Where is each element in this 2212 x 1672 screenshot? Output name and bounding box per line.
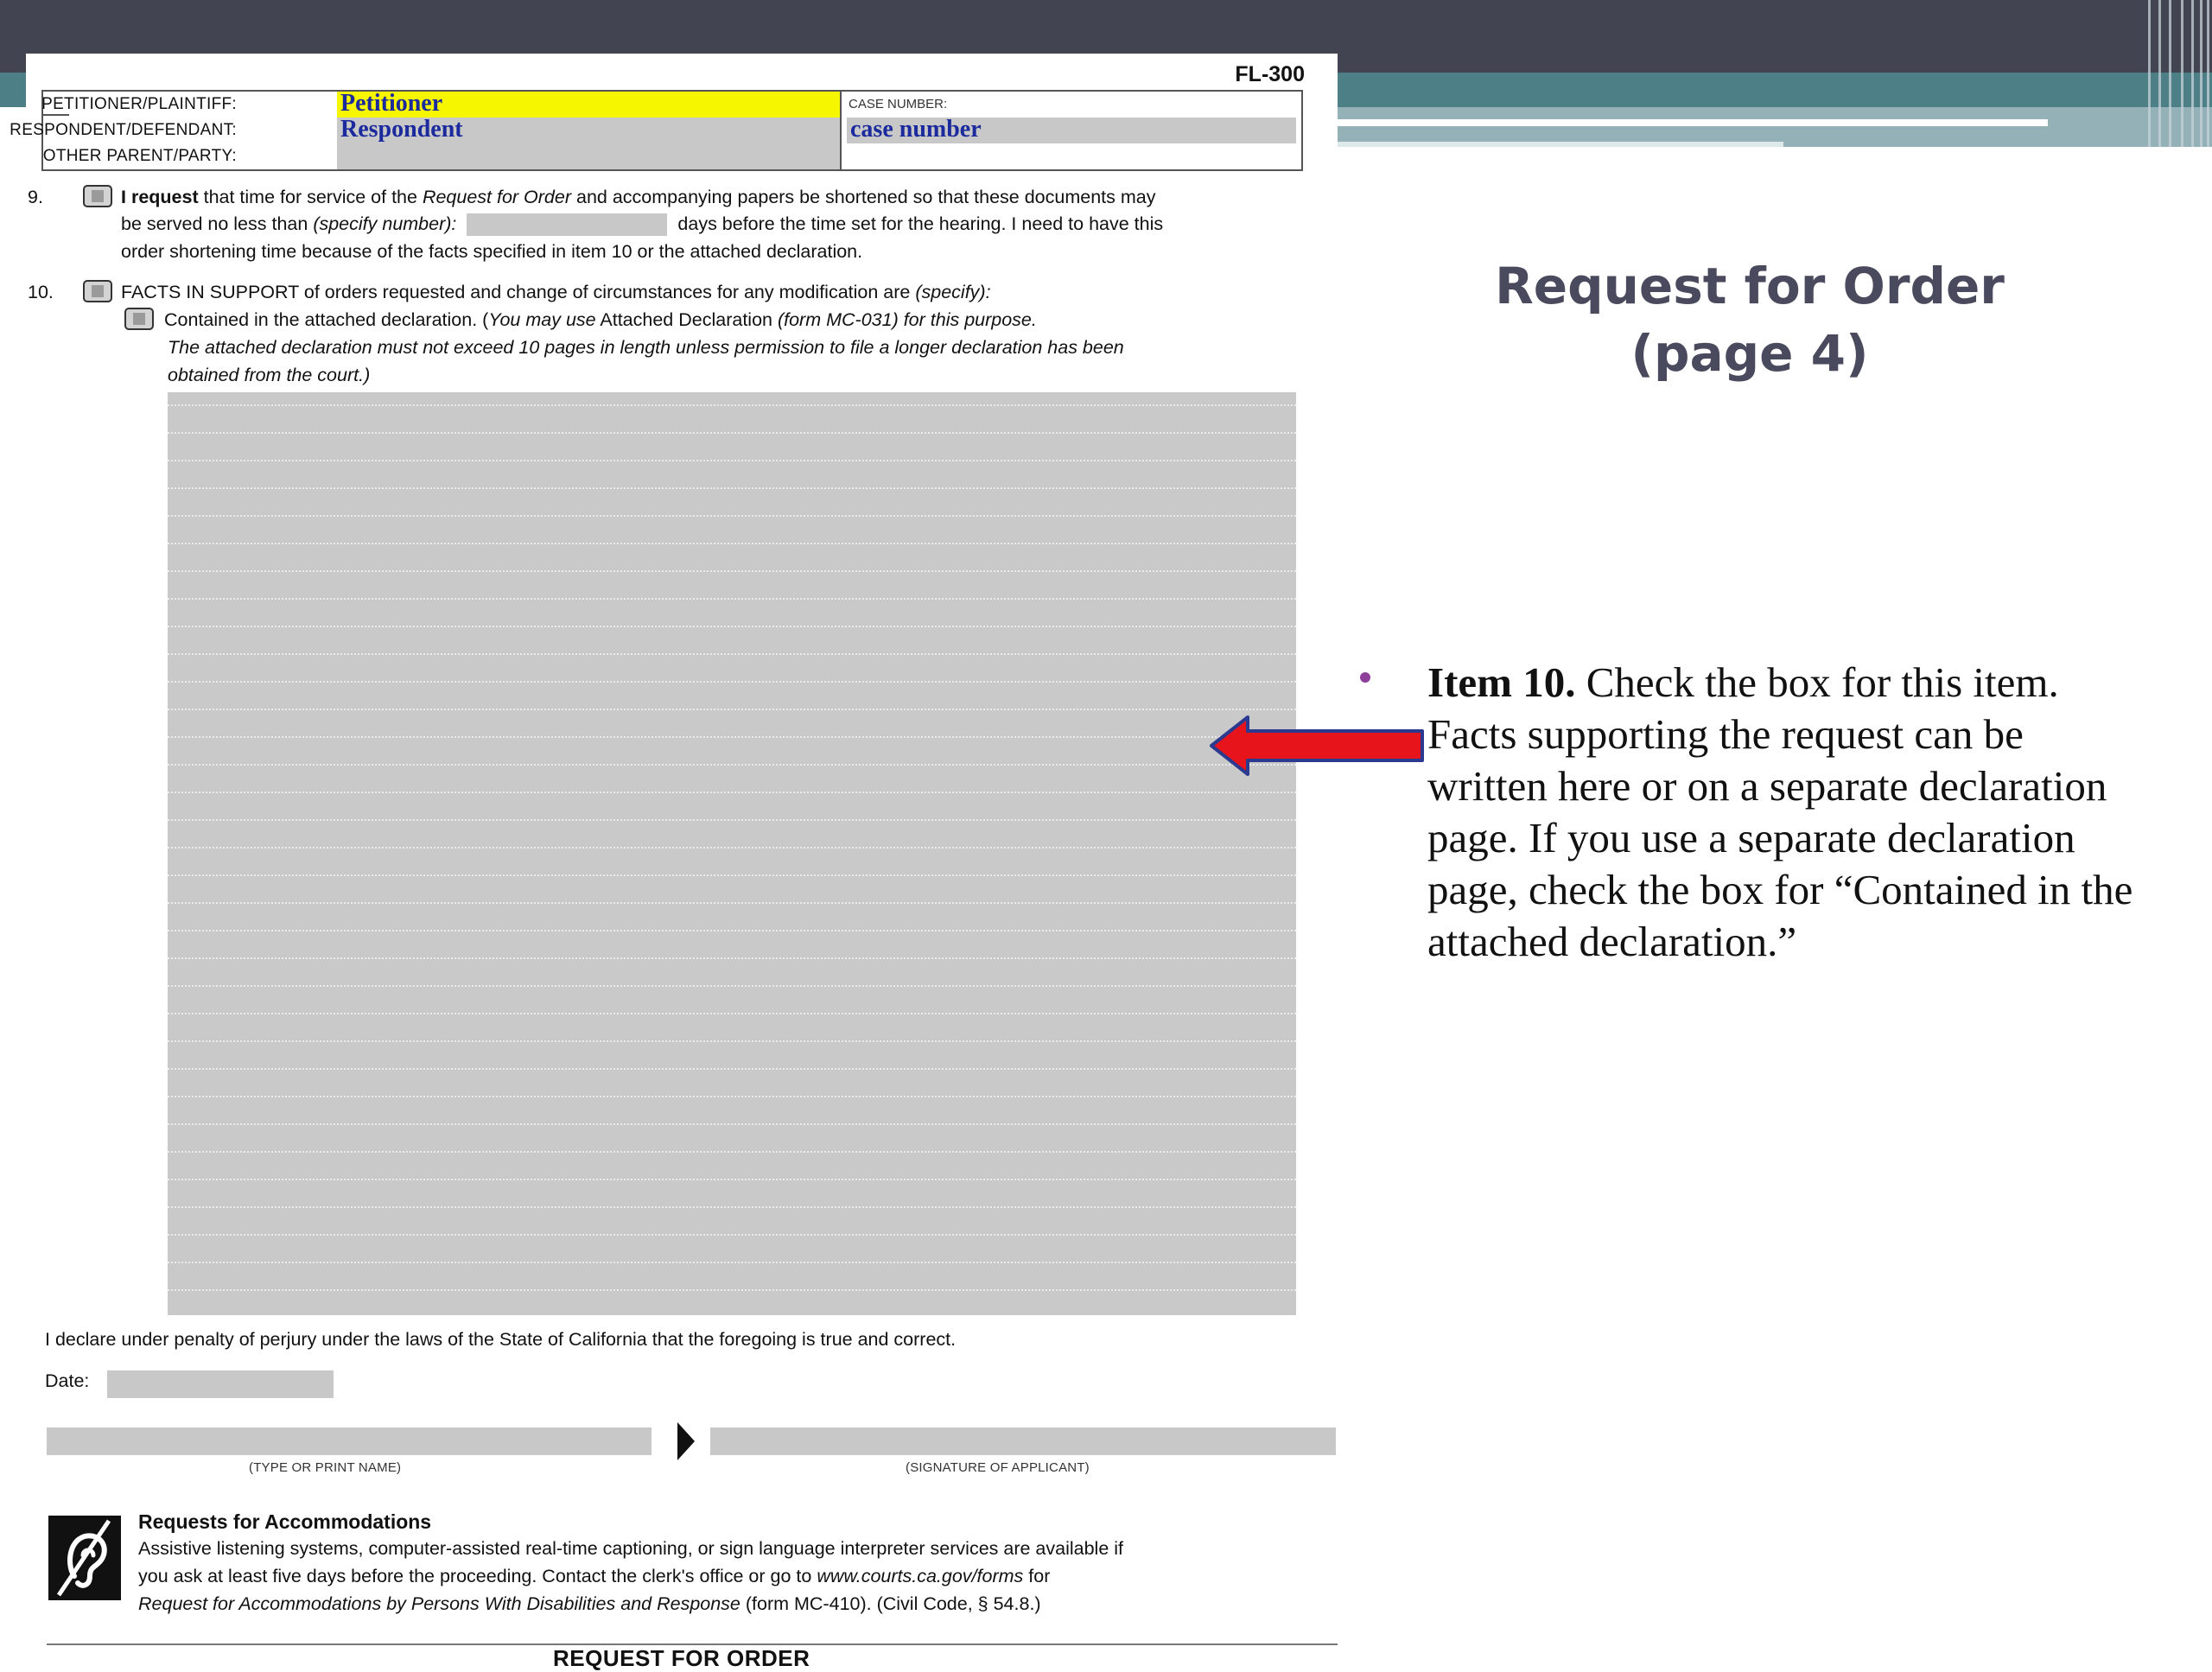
facts-rule-line — [168, 432, 1296, 434]
slide-accent-line — [1338, 119, 2048, 126]
facts-rule-line — [168, 1262, 1296, 1263]
item-10-line-3: The attached declaration must not exceed… — [168, 337, 1124, 358]
facts-text-area[interactable] — [168, 392, 1296, 1315]
facts-rule-line — [168, 1206, 1296, 1208]
other-party-label: OTHER PARENT/PARTY: — [42, 147, 237, 165]
signature-field[interactable] — [710, 1427, 1336, 1455]
respondent-field[interactable]: Respondent — [337, 118, 840, 143]
slide-corner-stripes — [2143, 0, 2212, 147]
facts-rule-line — [168, 709, 1296, 710]
facts-rule-line — [168, 1123, 1296, 1125]
item-9-line-1: I request that time for service of the R… — [121, 187, 1156, 207]
form-id: FL-300 — [1235, 62, 1305, 86]
facts-rule-line — [168, 1013, 1296, 1014]
slide-accent-line-2 — [1338, 142, 1783, 147]
facts-rule-line — [168, 1234, 1296, 1236]
petitioner-label: PETITIONER/PLAINTIFF: — [41, 95, 237, 113]
accommodations-title: Requests for Accommodations — [138, 1510, 432, 1533]
other-party-field[interactable] — [337, 143, 840, 169]
date-label: Date: — [45, 1370, 90, 1391]
courts-link[interactable]: www.courts.ca.gov/forms — [817, 1566, 1023, 1586]
slide-title: Request for Order (page 4) — [1417, 252, 2082, 387]
facts-rule-line — [168, 1096, 1296, 1097]
declaration-statement: I declare under penalty of perjury under… — [45, 1329, 957, 1350]
form-page: FL-300 PETITIONER/PLAINTIFF: Petitioner … — [10, 54, 1338, 1671]
signature-pointer-icon — [677, 1422, 695, 1460]
item-9-checkbox[interactable] — [83, 185, 112, 207]
attached-declaration-checkbox[interactable] — [124, 308, 154, 330]
item-10-number: 10. — [28, 282, 54, 302]
caption-box: PETITIONER/PLAINTIFF: Petitioner RESPOND… — [10, 90, 1303, 171]
print-name-field[interactable] — [47, 1427, 652, 1455]
item-9-number: 9. — [28, 187, 43, 207]
facts-rule-line — [168, 1289, 1296, 1291]
facts-rule-line — [168, 681, 1296, 683]
facts-rule-line — [168, 1040, 1296, 1042]
facts-rule-line — [168, 819, 1296, 821]
facts-rule-line — [168, 736, 1296, 738]
print-name-caption: (TYPE OR PRINT NAME) — [249, 1460, 402, 1475]
accommodations-line-2: you ask at least five days before the pr… — [138, 1566, 1051, 1586]
facts-rule-line — [168, 847, 1296, 849]
facts-rule-line — [168, 626, 1296, 627]
item-9-line-2: be served no less than (specify number):… — [121, 212, 1163, 237]
accommodations-line-1: Assistive listening systems, computer-as… — [138, 1538, 1124, 1559]
case-number-field[interactable]: case number — [847, 118, 1296, 143]
party-names: PETITIONER/PLAINTIFF: Petitioner RESPOND… — [10, 92, 842, 169]
facts-rule-line — [168, 487, 1296, 489]
case-number-label: CASE NUMBER: — [849, 97, 948, 111]
facts-rule-line — [168, 1068, 1296, 1070]
facts-rule-line — [168, 764, 1296, 766]
slide-title-line-1: Request for Order — [1495, 257, 2005, 315]
facts-rule-line — [168, 570, 1296, 572]
accommodations-line-3: Request for Accommodations by Persons Wi… — [138, 1593, 1041, 1614]
signature-caption: (SIGNATURE OF APPLICANT) — [906, 1460, 1090, 1475]
facts-rule-line — [168, 515, 1296, 517]
facts-rule-line — [168, 404, 1296, 406]
arrow-left-icon — [1210, 715, 1424, 776]
facts-rule-line — [168, 543, 1296, 544]
facts-rule-line — [168, 985, 1296, 987]
specify-number-field[interactable] — [467, 213, 668, 237]
item-9-line-3: order shortening time because of the fac… — [121, 241, 863, 262]
respondent-label: RESPONDENT/DEFENDANT: — [10, 121, 237, 139]
facts-rule-line — [168, 874, 1296, 876]
facts-rule-line — [168, 460, 1296, 461]
item-10-line-1: FACTS IN SUPPORT of orders requested and… — [121, 282, 991, 302]
hearing-assistance-icon — [48, 1516, 121, 1600]
item-10-checkbox[interactable] — [83, 280, 112, 302]
item-10-line-4: obtained from the court.) — [168, 365, 371, 385]
slide-title-line-2: (page 4) — [1630, 324, 1869, 383]
facts-rule-line — [168, 1179, 1296, 1180]
facts-rule-line — [168, 598, 1296, 600]
petitioner-field[interactable]: Petitioner — [337, 92, 840, 118]
facts-rule-line — [168, 902, 1296, 904]
facts-rule-line — [168, 791, 1296, 793]
item-10-line-2: Contained in the attached declaration. (… — [164, 309, 1037, 330]
facts-rule-line — [168, 653, 1296, 655]
facts-rule-line — [168, 957, 1296, 959]
bullet-icon — [1360, 672, 1370, 683]
date-field[interactable] — [107, 1370, 334, 1398]
bullet-item-10: Item 10. Check the box for this item. Fa… — [1427, 658, 2133, 965]
facts-rule-line — [168, 1151, 1296, 1153]
facts-rule-line — [168, 930, 1296, 931]
